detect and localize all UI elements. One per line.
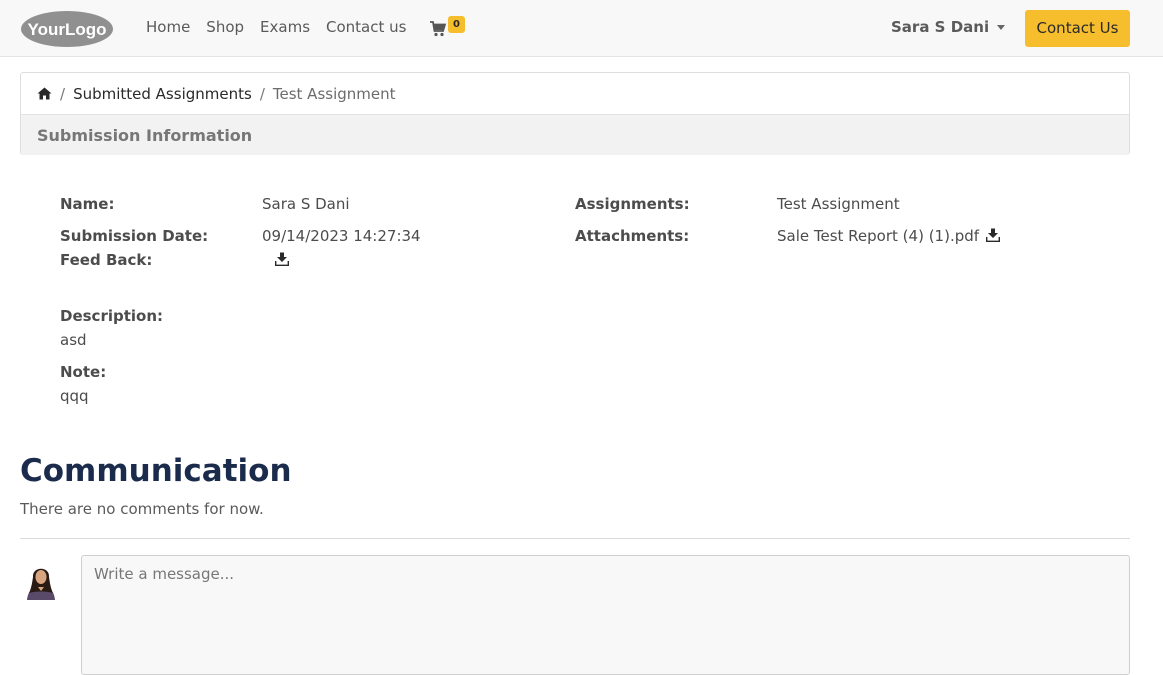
logo-text: YourLogo	[28, 20, 107, 39]
nav-home[interactable]: Home	[146, 18, 190, 36]
nav-contact[interactable]: Contact us	[326, 18, 406, 36]
nav-exams[interactable]: Exams	[260, 18, 310, 36]
breadcrumb-separator: /	[259, 84, 265, 103]
description-label: Description:	[60, 307, 164, 325]
divider	[20, 538, 1130, 539]
breadcrumb-current: Test Assignment	[272, 84, 396, 103]
user-menu[interactable]: Sara S Dani	[891, 18, 1006, 36]
submission-date-value: 09/14/2023 14:27:34	[262, 227, 421, 245]
contact-us-button[interactable]: Contact Us	[1025, 10, 1130, 47]
logo[interactable]: YourLogo	[20, 10, 114, 48]
nav-shop[interactable]: Shop	[206, 18, 244, 36]
caret-down-icon	[997, 25, 1006, 30]
home-icon[interactable]	[37, 87, 52, 100]
note-value: qqq	[60, 387, 89, 405]
main-nav: Home Shop Exams Contact us	[146, 18, 406, 36]
attachment-filename: Sale Test Report (4) (1).pdf	[777, 227, 980, 245]
submission-card: / Submitted Assignments / Test Assignmen…	[20, 72, 1130, 155]
top-navbar: YourLogo Home Shop Exams Contact us 0 Sa…	[0, 0, 1163, 57]
message-input[interactable]	[81, 555, 1130, 675]
breadcrumb: / Submitted Assignments / Test Assignmen…	[21, 73, 1129, 114]
feedback-download-icon[interactable]	[275, 252, 289, 266]
assignments-label: Assignments:	[575, 195, 690, 213]
breadcrumb-submitted-assignments[interactable]: Submitted Assignments	[73, 85, 252, 103]
submission-date-label: Submission Date:	[60, 227, 209, 245]
name-value: Sara S Dani	[262, 195, 350, 213]
cart-count-badge: 0	[448, 16, 465, 33]
user-name: Sara S Dani	[891, 18, 990, 36]
feedback-label: Feed Back:	[60, 251, 153, 269]
no-comments-text: There are no comments for now.	[20, 500, 264, 518]
note-label: Note:	[60, 363, 107, 381]
assignments-value: Test Assignment	[777, 195, 900, 213]
card-header: Submission Information	[21, 114, 1129, 155]
attachment-link[interactable]: Sale Test Report (4) (1).pdf	[777, 227, 1000, 245]
communication-title: Communication	[20, 453, 292, 489]
attachments-label: Attachments:	[575, 227, 690, 245]
cart-link[interactable]: 0	[430, 16, 470, 40]
download-icon[interactable]	[985, 228, 1000, 242]
name-label: Name:	[60, 195, 115, 213]
description-value: asd	[60, 331, 87, 349]
user-avatar	[27, 568, 55, 600]
breadcrumb-separator: /	[60, 84, 66, 103]
shopping-cart-icon	[430, 21, 446, 37]
